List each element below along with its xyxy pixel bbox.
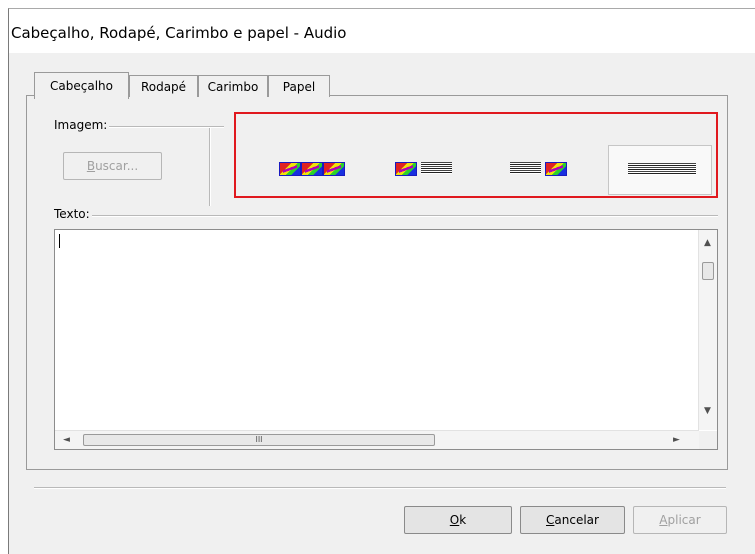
scrollbar-corner [699,431,717,449]
ok-button[interactable]: Ok [404,506,512,534]
horizontal-scroll-thumb[interactable]: III [83,434,435,446]
text-caret [59,234,60,248]
layout-option-text-only[interactable] [608,145,712,195]
layout-option-images-only[interactable] [266,145,358,195]
button-separator [34,487,726,489]
vertical-scroll-thumb[interactable] [702,262,714,280]
layout-option-text-image-right[interactable] [496,145,588,195]
text-group-line [54,215,718,217]
scroll-left-icon[interactable]: ◄ [63,435,70,445]
vertical-scrollbar[interactable]: ▲ ▼ [698,230,717,430]
image-group-label: Imagem: [54,118,110,132]
window-title: Cabeçalho, Rodapé, Carimbo e papel - Aud… [11,24,347,42]
apply-button[interactable]: Aplicar [633,506,727,534]
scroll-down-icon[interactable]: ▼ [704,406,711,416]
layout-option-image-left-text[interactable] [381,145,473,195]
scroll-up-icon[interactable]: ▲ [704,238,711,248]
tab-carimbo[interactable]: Carimbo [198,75,268,97]
title-bar: Cabeçalho, Rodapé, Carimbo e papel - Aud… [9,9,755,53]
scroll-right-icon[interactable]: ► [673,435,680,445]
browse-accel: B [86,159,96,173]
image-group-separator [209,128,211,206]
browse-label: uscar... [95,159,139,173]
text-input[interactable]: ▲ ▼ ◄ III ► [54,229,718,450]
cancel-button[interactable]: Cancelar [520,506,625,534]
tab-rodape[interactable]: Rodapé [129,75,198,97]
horizontal-scrollbar[interactable]: ◄ III ► [55,430,699,449]
tab-papel[interactable]: Papel [268,75,330,97]
tab-cabecalho[interactable]: Cabeçalho [34,72,129,99]
text-group-label: Texto: [54,207,92,221]
browse-button[interactable]: Buscar... [63,152,162,180]
